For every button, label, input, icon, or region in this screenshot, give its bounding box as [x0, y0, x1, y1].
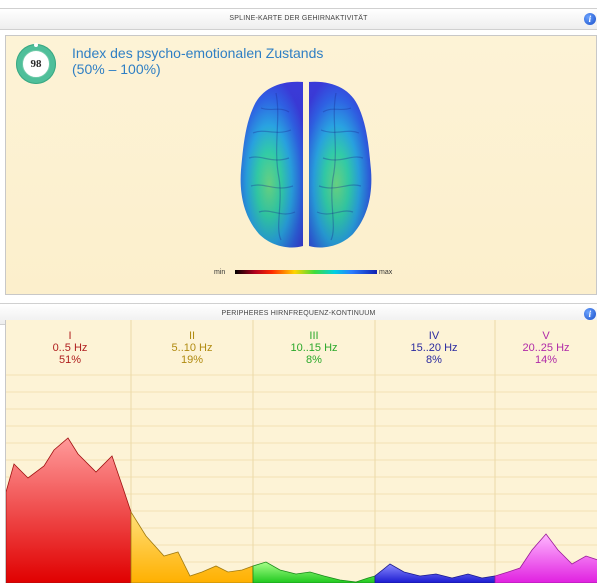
band-1-range: 0..5 Hz [52, 342, 88, 354]
band-3-percent: 8% [306, 354, 322, 366]
map-section-header: SPLINE-KARTE DER GEHIRNAKTIVITÄT i [0, 8, 597, 30]
band-4-range: 15..20 Hz [410, 342, 458, 354]
gauge-value: 98 [22, 50, 50, 78]
index-title: Index des psycho-emotionalen Zustands (5… [72, 45, 323, 77]
map-section-title: SPLINE-KARTE DER GEHIRNAKTIVITÄT [229, 15, 368, 22]
band-5-name: V [542, 330, 550, 342]
band-5-area [494, 533, 597, 583]
brain-activity-map[interactable] [231, 78, 381, 250]
band-label-3: III 10..15 Hz 8% [254, 330, 374, 366]
scale-max-label: max [379, 269, 393, 276]
band-1-name: I [68, 330, 72, 342]
band-2-range: 5..10 Hz [171, 342, 213, 354]
spectrum-section-title: PERIPHERES HIRNFREQUENZ-KONTINUUM [221, 310, 376, 317]
band-5-percent: 14% [534, 354, 558, 366]
band-5-range: 20..25 Hz [522, 342, 570, 354]
band-label-5: V 20..25 Hz 14% [486, 330, 597, 366]
band-2-percent: 19% [180, 354, 204, 366]
index-title-line1: Index des psycho-emotionalen Zustands [72, 45, 324, 61]
frequency-spectrum-panel: I 0..5 Hz 51% II 5..10 Hz 19% III 10..15… [5, 320, 597, 583]
band-2-area [130, 510, 254, 583]
band-1-percent: 51% [58, 354, 82, 366]
band-3-name: III [309, 330, 319, 342]
band-label-4: IV 15..20 Hz 8% [374, 330, 494, 366]
band-3-range: 10..15 Hz [290, 342, 338, 354]
brain-map-panel: 98 Index des psycho-emotionalen Zustands… [5, 35, 597, 295]
band-4-area [374, 563, 496, 583]
band-4-percent: 8% [426, 354, 442, 366]
band-3-area [252, 561, 376, 583]
scale-min-label: min [214, 269, 226, 276]
index-title-line2: (50% – 100%) [72, 61, 161, 77]
color-scale-bar [235, 270, 377, 274]
app-root: SPLINE-KARTE DER GEHIRNAKTIVITÄT i 98 In… [0, 0, 597, 583]
info-icon[interactable]: i [584, 13, 596, 25]
band-label-1: I 0..5 Hz 51% [10, 330, 130, 366]
index-gauge: 98 [16, 43, 56, 84]
band-2-name: II [188, 330, 196, 342]
band-label-2: II 5..10 Hz 19% [132, 330, 252, 366]
band-4-name: IV [428, 330, 440, 342]
gauge-indicator-dot [34, 43, 38, 47]
info-icon[interactable]: i [584, 308, 596, 320]
